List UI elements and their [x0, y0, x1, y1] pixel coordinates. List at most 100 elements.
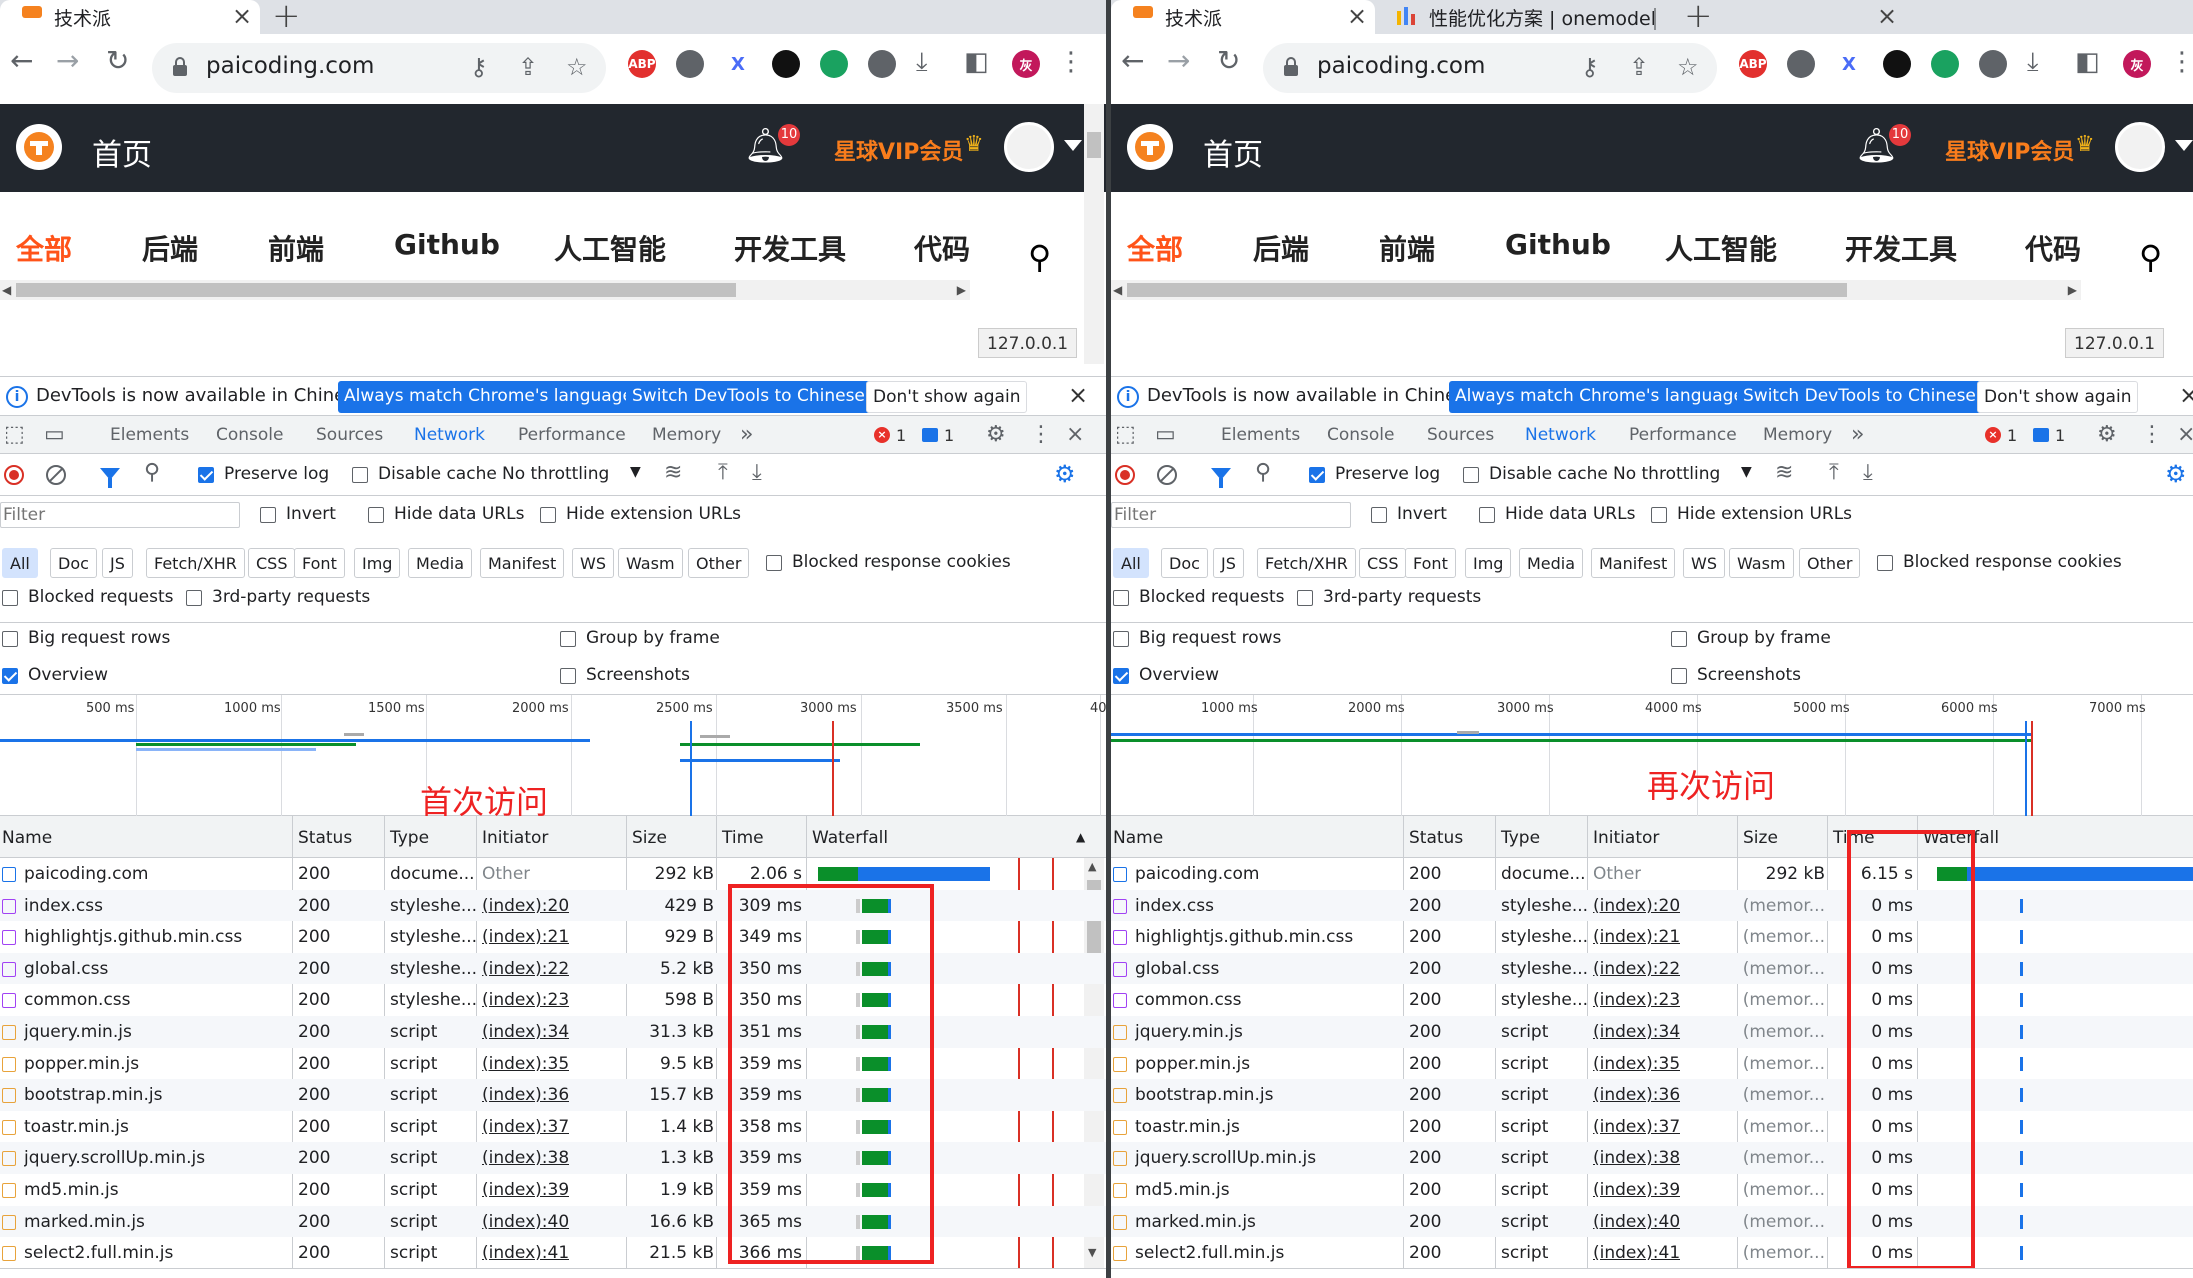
throttling-select[interactable]: No throttling — [1613, 464, 1720, 484]
scroll-right-icon[interactable]: ▶ — [957, 283, 966, 297]
devtools-tab-elements[interactable]: Elements — [1221, 425, 1300, 445]
column-header-type[interactable]: Type — [1501, 828, 1540, 848]
home-link[interactable]: 首页 — [1203, 130, 1263, 174]
request-initiator[interactable]: (index):40 — [482, 1212, 569, 1232]
close-devtools-icon[interactable]: × — [2177, 422, 2193, 447]
x-extension-icon[interactable]: X — [724, 50, 752, 78]
request-initiator[interactable]: (index):22 — [482, 959, 569, 979]
invert-checkbox[interactable] — [1371, 507, 1387, 523]
tab-close-icon[interactable]: × — [232, 2, 252, 30]
device-toolbar-icon[interactable]: ▭ — [1155, 422, 1176, 447]
export-har-icon[interactable]: ⤓ — [1863, 460, 1873, 485]
devtools-tab-console[interactable]: Console — [1327, 425, 1395, 445]
category-tab[interactable]: 开发工具 — [1845, 228, 1957, 268]
hide-data-urls-checkbox[interactable] — [1479, 507, 1495, 523]
chevron-down-icon[interactable]: ▼ — [1741, 464, 1752, 480]
search-icon[interactable]: ⚲ — [2139, 238, 2162, 276]
abp-extension-icon[interactable]: ABP — [628, 50, 656, 78]
type-filter-wasm[interactable]: Wasm — [618, 548, 683, 578]
forward-arrow-icon[interactable]: → — [1167, 44, 1190, 77]
table-row[interactable]: jquery.scrollUp.min.js 200 script (index):3… — [1111, 1142, 2193, 1174]
table-row[interactable]: marked.min.js 200 script (index):40 16.6 kB 3… — [0, 1205, 1106, 1238]
puzzle-extension-icon[interactable] — [868, 50, 896, 78]
type-filter-all[interactable]: All — [2, 548, 38, 578]
table-row[interactable]: highlightjs.github.min.css 200 styleshe...… — [0, 921, 1106, 953]
table-row[interactable]: toastr.min.js 200 script (index):37 (memor..… — [1111, 1111, 2193, 1143]
request-initiator[interactable]: (index):39 — [482, 1180, 569, 1200]
category-tab[interactable]: 全部 — [16, 228, 72, 268]
table-row[interactable]: bootstrap.min.js 200 script (index):36 (memo… — [1111, 1079, 2193, 1111]
tab-close-icon[interactable]: × — [1347, 2, 1367, 30]
table-row[interactable]: paicoding.com 200 docume... Other 292 kB 2.06… — [0, 858, 1106, 890]
request-initiator[interactable]: (index):35 — [482, 1054, 569, 1074]
overview-checkbox[interactable] — [2, 668, 18, 684]
key-icon[interactable]: ⚷ — [1581, 53, 1599, 81]
devtools-tab-sources[interactable]: Sources — [1427, 425, 1494, 445]
type-filter-media[interactable]: Media — [408, 548, 473, 578]
request-initiator[interactable]: (index):40 — [1593, 1212, 1680, 1232]
search-icon[interactable]: ⚲ — [1028, 238, 1051, 276]
doc-extension-icon[interactable] — [676, 50, 704, 78]
request-initiator[interactable]: (index):20 — [482, 896, 569, 916]
request-initiator[interactable]: (index):38 — [482, 1148, 569, 1168]
table-row[interactable]: index.css 200 styleshe... (index):20 429 B 30… — [0, 889, 1106, 922]
column-header-name[interactable]: Name — [2, 828, 52, 848]
request-initiator[interactable]: (index):34 — [482, 1022, 569, 1042]
type-filter-font[interactable]: Font — [294, 548, 345, 578]
devtools-tab-elements[interactable]: Elements — [110, 425, 189, 445]
hide-data-urls-checkbox[interactable] — [368, 507, 384, 523]
screenshots-checkbox[interactable] — [560, 668, 576, 684]
request-initiator[interactable]: (index):20 — [1593, 896, 1680, 916]
table-row[interactable]: jquery.min.js 200 script (index):34 31.3 kB 3… — [0, 1016, 1106, 1048]
new-tab-icon[interactable]: + — [1684, 0, 1713, 36]
browser-tab[interactable]: 性能优化方案 | onemodel × — [1375, 0, 1920, 34]
category-tab[interactable]: 人工智能 — [1665, 228, 1777, 268]
blocked-requests-checkbox[interactable] — [1113, 590, 1129, 606]
blocked-requests-checkbox[interactable] — [2, 590, 18, 606]
dont-show-again-button[interactable]: Don't show again — [1977, 381, 2139, 413]
settings-gear-icon[interactable]: ⚙ — [986, 422, 1006, 447]
table-row[interactable]: popper.min.js 200 script (index):35 (memor..… — [1111, 1048, 2193, 1080]
vip-link[interactable]: 星球VIP会员 — [834, 134, 963, 166]
always-match-language-button[interactable]: Always match Chrome's language — [338, 381, 639, 413]
column-header-time[interactable]: Time — [722, 828, 764, 848]
table-row[interactable]: jquery.min.js 200 script (index):34 (memor..… — [1111, 1016, 2193, 1048]
network-settings-gear-icon[interactable]: ⚙ — [2165, 460, 2187, 488]
group-by-frame-checkbox[interactable] — [1671, 631, 1687, 647]
type-filter-doc[interactable]: Doc — [1161, 548, 1208, 578]
category-tab[interactable]: 开发工具 — [734, 228, 846, 268]
scroll-left-icon[interactable]: ◀ — [1113, 283, 1122, 297]
more-tabs-chevron-icon[interactable]: » — [1851, 422, 1864, 447]
clear-icon[interactable] — [46, 465, 66, 485]
refresh-extension-icon[interactable] — [820, 50, 848, 78]
third-party-checkbox[interactable] — [1297, 590, 1313, 606]
request-initiator[interactable]: (index):41 — [1593, 1243, 1680, 1263]
chevron-down-icon[interactable]: ▼ — [630, 464, 641, 480]
chevron-down-icon[interactable] — [2175, 140, 2193, 151]
filter-input[interactable] — [1111, 502, 1351, 528]
chevron-down-icon[interactable] — [1064, 140, 1082, 151]
network-settings-gear-icon[interactable]: ⚙ — [1054, 460, 1076, 488]
preserve-log-checkbox[interactable] — [1309, 467, 1325, 483]
type-filter-doc[interactable]: Doc — [50, 548, 97, 578]
menu-kebab-icon[interactable]: ⋮ — [1058, 47, 1084, 77]
type-filter-ws[interactable]: WS — [1683, 548, 1725, 578]
address-bar[interactable]: paicoding.com ⚷ ⇪ ☆ — [1263, 43, 1717, 93]
table-row[interactable]: bootstrap.min.js 200 script (index):36 15.7 … — [0, 1079, 1106, 1111]
scrollbar-thumb[interactable] — [1087, 132, 1101, 158]
devtools-tab-network[interactable]: Network — [1515, 425, 1606, 456]
table-row[interactable]: highlightjs.github.min.css 200 styleshe...… — [1111, 921, 2193, 953]
switch-to-chinese-button[interactable]: Switch DevTools to Chinese — [626, 381, 871, 413]
page-vertical-scrollbar[interactable] — [1084, 104, 1104, 364]
type-filter-fetch-xhr[interactable]: Fetch/XHR — [1257, 548, 1356, 578]
table-row[interactable]: popper.min.js 200 script (index):35 9.5 kB 35… — [0, 1048, 1106, 1080]
export-har-icon[interactable]: ⤓ — [752, 460, 762, 485]
type-filter-js[interactable]: JS — [1213, 548, 1244, 578]
devtools-menu-icon[interactable]: ⋮ — [2141, 422, 2163, 447]
throttling-select[interactable]: No throttling — [502, 464, 609, 484]
category-tab[interactable]: 后端 — [1253, 228, 1309, 268]
request-initiator[interactable]: (index):21 — [482, 927, 569, 947]
category-tab[interactable]: 代码 — [914, 228, 970, 268]
type-filter-js[interactable]: JS — [102, 548, 133, 578]
filter-funnel-icon[interactable] — [1211, 468, 1231, 488]
